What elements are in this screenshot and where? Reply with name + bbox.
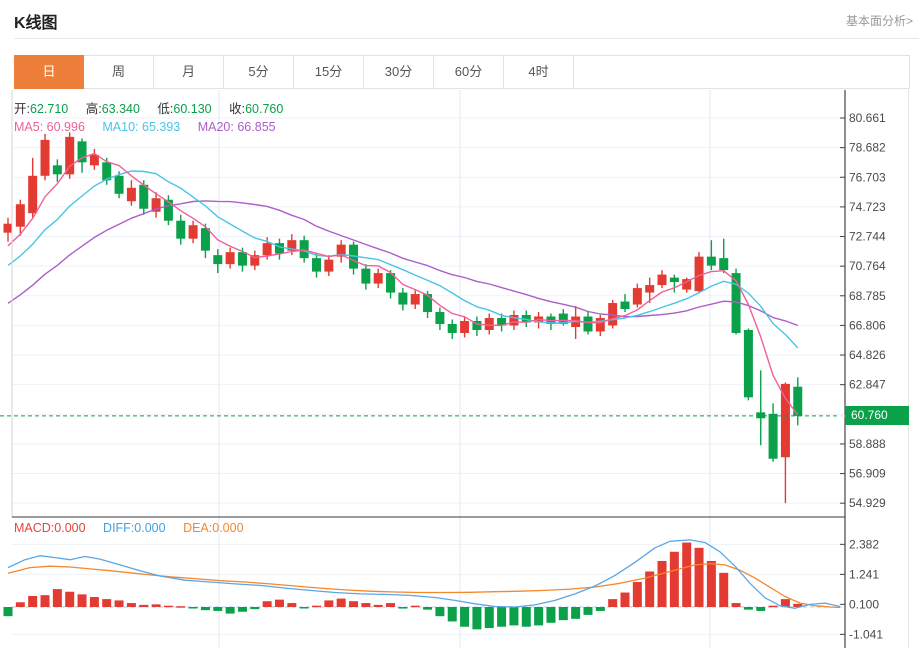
kline-plot-hover-area[interactable] — [12, 90, 845, 648]
tab-day[interactable]: 日 — [14, 55, 84, 89]
price-axis-label: 70.764 — [849, 259, 886, 273]
high-value: 63.340 — [102, 102, 140, 116]
tab-5min[interactable]: 5分 — [224, 56, 294, 88]
macd-axis-label: 2.382 — [849, 537, 879, 551]
price-axis-label: 66.806 — [849, 318, 886, 332]
diff-value-readout: DIFF:0.000 — [103, 521, 166, 535]
tab-15min[interactable]: 15分 — [294, 56, 364, 88]
ma-readout: MA5: 60.996 MA10: 65.393 MA20: 66.855 — [14, 120, 290, 134]
fundamental-analysis-link[interactable]: 基本面分析> — [846, 12, 913, 29]
close-value: 60.760 — [245, 102, 283, 116]
price-axis-label: 58.888 — [849, 437, 886, 451]
price-axis-label: 54.929 — [849, 496, 886, 510]
kline-svg[interactable]: 80.661 78.682 76.703 74.723 72.744 70.764 68.7… — [0, 90, 919, 648]
macd-axis-label: 0.100 — [849, 597, 879, 611]
price-axis-label: 68.785 — [849, 289, 886, 303]
price-axis-label: 62.847 — [849, 378, 886, 392]
candle-body — [4, 224, 13, 233]
macd-bar — [4, 607, 13, 616]
ma20-readout: MA20: 66.855 — [198, 120, 276, 134]
low-value: 60.130 — [173, 102, 211, 116]
kline-page: K线图 基本面分析> 日 周 月 5分 15分 30分 60分 4时 80.66… — [0, 0, 919, 648]
price-axis-label: 72.744 — [849, 230, 886, 244]
page-title: K线图 — [14, 9, 58, 33]
macd-axis-label: -1.041 — [849, 627, 883, 641]
price-axis-label: 64.826 — [849, 348, 886, 362]
close-label: 收: — [229, 102, 245, 116]
dea-value-readout: DEA:0.000 — [183, 521, 243, 535]
macd-value-readout: MACD:0.000 — [14, 521, 86, 535]
ma10-readout: MA10: 65.393 — [102, 120, 180, 134]
price-axis-label: 56.909 — [849, 467, 886, 481]
price-axis-label: 76.703 — [849, 170, 886, 184]
macd-axis-label: 1.241 — [849, 567, 879, 581]
open-value: 62.710 — [30, 102, 68, 116]
price-axis-label: 80.661 — [849, 111, 886, 125]
tab-30min[interactable]: 30分 — [364, 56, 434, 88]
tab-month[interactable]: 月 — [154, 56, 224, 88]
price-axis-label: 74.723 — [849, 200, 886, 214]
macd-readout: MACD:0.000 DIFF:0.000 DEA:0.000 — [14, 521, 258, 535]
tab-bar-filler — [574, 56, 909, 88]
price-axis-label: 78.682 — [849, 141, 886, 155]
ma5-readout: MA5: 60.996 — [14, 120, 85, 134]
current-price-tag: 60.760 — [845, 406, 909, 425]
tab-week[interactable]: 周 — [84, 56, 154, 88]
header-divider — [14, 38, 919, 39]
tab-60min[interactable]: 60分 — [434, 56, 504, 88]
ohlc-readout: 开:62.710 高:63.340 低:60.130 收:60.760 — [14, 98, 297, 117]
high-label: 高: — [86, 102, 102, 116]
low-label: 低: — [157, 102, 173, 116]
open-label: 开: — [14, 102, 30, 116]
period-tab-bar: 日 周 月 5分 15分 30分 60分 4时 — [14, 55, 910, 89]
tab-4hour[interactable]: 4时 — [504, 56, 574, 88]
